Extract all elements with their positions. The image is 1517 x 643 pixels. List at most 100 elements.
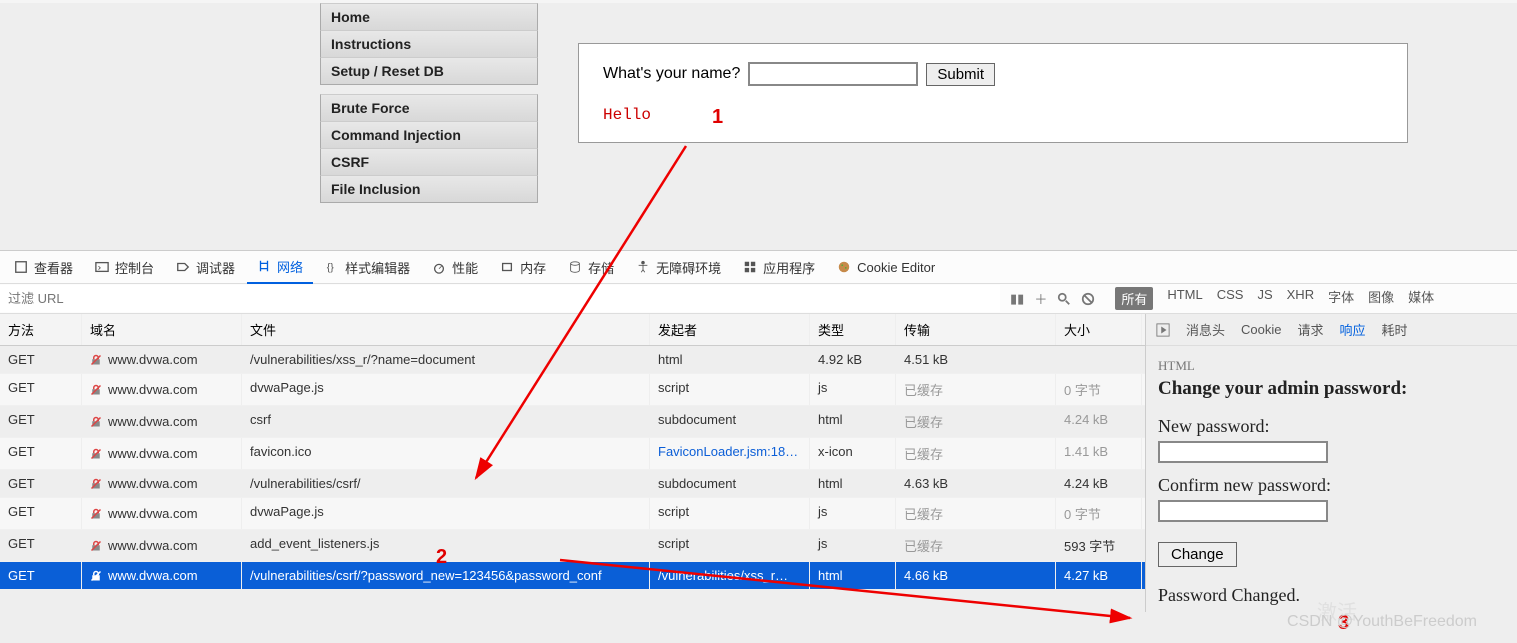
cell-initiator: document [418,352,475,367]
table-row[interactable]: GETwww.dvwa.comfavicon.icoFaviconLoader.… [0,438,1145,470]
play-icon[interactable] [1156,323,1170,337]
tab-storage[interactable]: 存储 [558,252,624,283]
tab-memory[interactable]: 内存 [490,252,556,283]
tab-network[interactable]: 网络 [247,251,313,284]
cell-transfer: 4.92 kB [810,346,896,373]
filter-font[interactable]: 字体 [1328,287,1354,310]
sidebar-item-home[interactable]: Home [320,3,538,31]
resp-tab-timing[interactable]: 耗时 [1382,320,1408,339]
sidebar-item-setup[interactable]: Setup / Reset DB [320,57,538,85]
filter-js[interactable]: JS [1257,287,1272,310]
resp-tab-request[interactable]: 请求 [1297,320,1323,339]
inspector-icon [14,260,28,274]
cell-initiator: FaviconLoader.jsm:18… [650,438,810,469]
cell-type: html [650,346,810,373]
submit-button[interactable] [926,63,995,86]
cell-type: html [810,562,896,589]
cell-transfer: 已缓存 [896,498,1056,529]
col-file[interactable]: 文件 [242,314,650,345]
insecure-lock-icon [90,508,102,520]
add-icon[interactable]: ＋ [1034,289,1047,308]
table-row[interactable]: GETwww.dvwa.com/vulnerabilities/xss_r/?n… [0,346,1145,374]
sidebar-item-commandinjection[interactable]: Command Injection [320,121,538,149]
col-transfer[interactable]: 传输 [896,314,1056,345]
resp-tab-response[interactable]: 响应 [1340,320,1366,339]
memory-icon [500,260,514,274]
new-password-label: New password: [1158,416,1505,437]
filter-image[interactable]: 图像 [1368,287,1394,310]
csdn-watermark: CSDN @YouthBeFreedom [1287,613,1477,631]
confirm-password-label: Confirm new password: [1158,475,1505,496]
table-row[interactable]: GETwww.dvwa.comdvwaPage.jsscriptjs已缓存0 字… [0,374,1145,406]
insecure-lock-icon [90,384,102,396]
resp-tab-headers[interactable]: 消息头 [1186,320,1225,339]
cell-transfer: 4.63 kB [896,470,1056,497]
cell-file: favicon.ico [242,438,650,469]
table-row[interactable]: GETwww.dvwa.comcsrfsubdocumenthtml已缓存4.2… [0,406,1145,438]
table-row[interactable]: GETwww.dvwa.comdvwaPage.jsscriptjs已缓存0 字… [0,498,1145,530]
devtools-tab-bar: 查看器 控制台 调试器 网络 {}样式编辑器 性能 内存 存储 无障碍环境 应用… [0,250,1517,284]
sidebar-item-fileinclusion[interactable]: File Inclusion [320,175,538,203]
sidebar-item-bruteforce[interactable]: Brute Force [320,94,538,122]
tab-inspector[interactable]: 查看器 [4,252,83,283]
cell-transfer: 已缓存 [896,438,1056,469]
tab-debugger[interactable]: 调试器 [166,252,245,283]
pause-icon[interactable]: ▮▮ [1010,291,1024,307]
col-method[interactable]: 方法 [0,314,82,345]
search-icon[interactable] [1057,292,1071,306]
network-icon [257,259,271,273]
tab-style[interactable]: {}样式编辑器 [315,252,420,283]
name-input[interactable] [748,62,918,86]
col-initiator[interactable]: 发起者 [650,314,810,345]
filter-xhr[interactable]: XHR [1287,287,1314,310]
new-password-input[interactable] [1158,441,1328,463]
cell-domain: www.dvwa.com [82,406,242,437]
cell-file: csrf [242,406,650,437]
filter-url-input[interactable] [0,285,1000,312]
col-type[interactable]: 类型 [810,314,896,345]
cell-domain: www.dvwa.com [82,562,242,589]
cell-domain: www.dvwa.com [82,438,242,469]
sidebar-item-csrf[interactable]: CSRF [320,148,538,176]
filter-html[interactable]: HTML [1167,287,1202,310]
cell-size: 4.24 kB [1056,470,1142,497]
cell-method: GET [0,374,82,405]
cell-type: x-icon [810,438,896,469]
cell-method: GET [0,438,82,469]
cell-type: html [810,406,896,437]
resp-tab-cookies[interactable]: Cookie [1241,322,1281,337]
cell-file: dvwaPage.js [242,498,650,529]
table-row[interactable]: GETwww.dvwa.com/vulnerabilities/csrf/?pa… [0,562,1145,590]
table-row[interactable]: GETwww.dvwa.comadd_event_listeners.jsscr… [0,530,1145,562]
cell-size: 0 字节 [1056,498,1142,529]
tab-app[interactable]: 应用程序 [733,252,825,283]
cell-domain: www.dvwa.com [82,498,242,529]
storage-icon [568,260,582,274]
insecure-lock-icon [90,570,102,582]
tab-a11y[interactable]: 无障碍环境 [626,252,731,283]
a11y-icon [636,260,650,274]
filter-media[interactable]: 媒体 [1408,287,1434,310]
col-domain[interactable]: 域名 [82,314,242,345]
tab-cookie-editor[interactable]: Cookie Editor [827,254,945,281]
cell-file: /vulnerabilities/xss_r/?name=document [242,346,650,373]
confirm-password-input[interactable] [1158,500,1328,522]
cell-transfer: 已缓存 [896,374,1056,405]
cell-type: js [810,498,896,529]
cell-domain: www.dvwa.com [82,346,242,373]
filter-css[interactable]: CSS [1217,287,1244,310]
cell-initiator: script [650,498,810,529]
block-icon[interactable] [1081,292,1095,306]
table-row[interactable]: GETwww.dvwa.com/vulnerabilities/csrf/sub… [0,470,1145,498]
change-button[interactable]: Change [1158,542,1237,567]
tab-console[interactable]: 控制台 [85,252,164,283]
insecure-lock-icon [90,540,102,552]
tab-performance[interactable]: 性能 [422,252,488,283]
cell-type: js [810,530,896,561]
cell-size: 593 字节 [1056,530,1142,561]
cell-initiator: script [650,530,810,561]
cell-method: GET [0,346,82,373]
sidebar-item-instructions[interactable]: Instructions [320,30,538,58]
filter-all[interactable]: 所有 [1115,287,1153,310]
col-size[interactable]: 大小 [1056,314,1142,345]
